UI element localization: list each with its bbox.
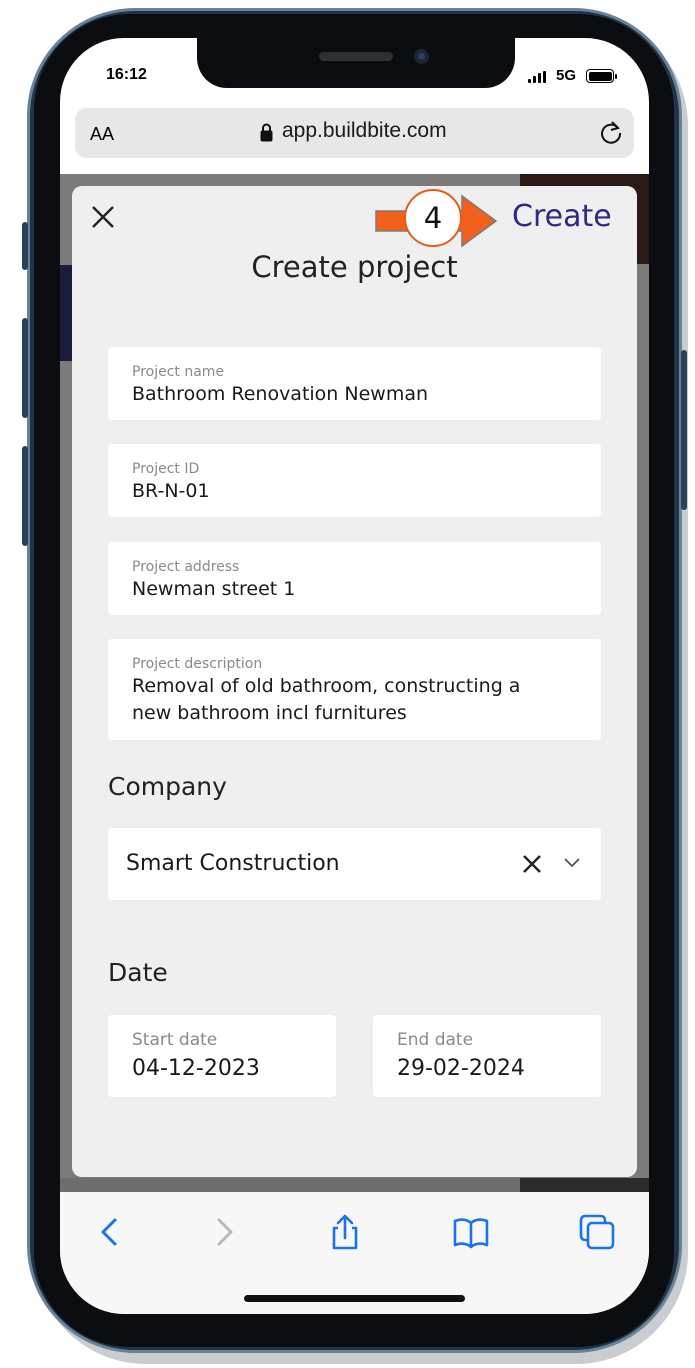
- field-value: Bathroom Renovation Newman: [132, 383, 429, 405]
- step-badge: 4: [404, 189, 462, 247]
- project-name-field[interactable]: Project name Bathroom Renovation Newman: [108, 347, 601, 420]
- field-label: Project description: [132, 656, 263, 672]
- tabs-icon[interactable]: [579, 1214, 615, 1250]
- address-bar[interactable]: AA app.buildbite.com: [75, 108, 634, 158]
- mute-switch: [22, 222, 28, 270]
- url-text[interactable]: app.buildbite.com: [282, 119, 447, 143]
- back-icon[interactable]: [92, 1214, 128, 1250]
- home-indicator[interactable]: [244, 1295, 465, 1302]
- end-date-value: 29-02-2024: [397, 1056, 525, 1081]
- start-date-field[interactable]: Start date 04-12-2023: [108, 1015, 336, 1097]
- background-app-sidebar: [60, 265, 72, 361]
- field-value-line: Removal of old bathroom, constructing a: [132, 675, 521, 697]
- field-label: Project name: [132, 364, 225, 380]
- company-section-label: Company: [108, 772, 227, 801]
- project-description-field[interactable]: Project description Removal of old bathr…: [108, 639, 601, 740]
- volume-up-button: [22, 318, 28, 418]
- network-label: 5G: [556, 67, 577, 84]
- background-app-footer-right: [520, 1178, 649, 1192]
- date-section-label: Date: [108, 958, 168, 987]
- power-button: [681, 350, 687, 510]
- status-time: 16:12: [106, 66, 147, 83]
- lock-icon: [260, 123, 273, 142]
- company-selected-value: Smart Construction: [126, 851, 340, 876]
- text-size-button[interactable]: AA: [90, 124, 114, 145]
- forward-icon[interactable]: [206, 1214, 242, 1250]
- start-date-label: Start date: [132, 1030, 218, 1050]
- signal-icon: [528, 71, 548, 83]
- notch: [197, 38, 515, 88]
- close-icon[interactable]: [90, 204, 116, 230]
- end-date-label: End date: [397, 1030, 474, 1050]
- start-date-value: 04-12-2023: [132, 1056, 260, 1081]
- company-select[interactable]: Smart Construction: [108, 828, 601, 900]
- battery-icon: [586, 69, 617, 83]
- clear-icon[interactable]: [521, 853, 543, 875]
- project-address-field[interactable]: Project address Newman street 1: [108, 542, 601, 615]
- project-id-field[interactable]: Project ID BR-N-01: [108, 444, 601, 517]
- end-date-field[interactable]: End date 29-02-2024: [373, 1015, 601, 1097]
- bookmarks-icon[interactable]: [453, 1214, 489, 1250]
- create-project-modal: 4 Create Create project Project name Bat…: [72, 186, 637, 1177]
- field-label: Project ID: [132, 461, 200, 477]
- share-icon[interactable]: [327, 1214, 363, 1250]
- field-value: BR-N-01: [132, 480, 210, 502]
- reload-icon[interactable]: [598, 120, 624, 146]
- chevron-down-icon[interactable]: [563, 857, 581, 869]
- create-button[interactable]: Create: [512, 199, 612, 234]
- field-value-line: new bathroom incl furnitures: [132, 702, 407, 724]
- phone-screen: 16:12 5G AA app.buildbite.com 4 Create C…: [60, 38, 649, 1314]
- volume-down-button: [22, 446, 28, 546]
- speaker: [319, 52, 393, 61]
- field-label: Project address: [132, 559, 240, 575]
- camera-icon: [414, 49, 429, 64]
- modal-title: Create project: [251, 250, 458, 284]
- field-value: Newman street 1: [132, 578, 296, 600]
